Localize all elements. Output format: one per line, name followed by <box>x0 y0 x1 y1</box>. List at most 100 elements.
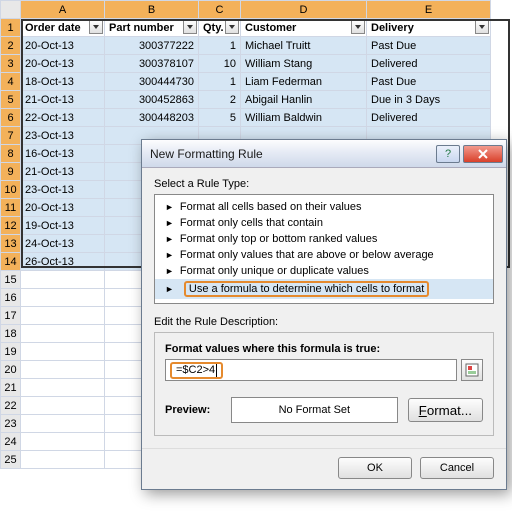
column-header-B[interactable]: B <box>105 1 199 19</box>
rule-type-item[interactable]: ►Format only values that are above or be… <box>155 247 493 263</box>
cell[interactable]: Due in 3 Days <box>367 91 491 109</box>
cell[interactable]: Michael Truitt <box>241 37 367 55</box>
filter-button[interactable] <box>351 20 365 34</box>
filter-button[interactable] <box>183 20 197 34</box>
cell[interactable]: 23-Oct-13 <box>21 127 105 145</box>
rule-type-item[interactable]: ►Format all cells based on their values <box>155 199 493 215</box>
row-header-21[interactable]: 21 <box>1 379 21 397</box>
cell[interactable]: Abigail Hanlin <box>241 91 367 109</box>
cell[interactable]: 21-Oct-13 <box>21 163 105 181</box>
rule-type-item[interactable]: ►Format only cells that contain <box>155 215 493 231</box>
cell[interactable]: Delivered <box>367 55 491 73</box>
cell[interactable]: 1 <box>199 73 241 91</box>
cell[interactable]: 21-Oct-13 <box>21 91 105 109</box>
row-header-17[interactable]: 17 <box>1 307 21 325</box>
cell[interactable]: 20-Oct-13 <box>21 55 105 73</box>
cell[interactable] <box>21 307 105 325</box>
select-all-corner[interactable] <box>1 1 21 19</box>
filter-button[interactable] <box>475 20 489 34</box>
filter-button[interactable] <box>225 20 239 34</box>
row-header-12[interactable]: 12 <box>1 217 21 235</box>
row-header-10[interactable]: 10 <box>1 181 21 199</box>
cell[interactable]: 24-Oct-13 <box>21 235 105 253</box>
row-header-2[interactable]: 2 <box>1 37 21 55</box>
ok-button[interactable]: OK <box>338 457 412 479</box>
row-header-1[interactable]: 1 <box>1 19 21 37</box>
rule-type-item[interactable]: ►Format only unique or duplicate values <box>155 263 493 279</box>
row-header-5[interactable]: 5 <box>1 91 21 109</box>
cell[interactable] <box>21 397 105 415</box>
cell[interactable]: 10 <box>199 55 241 73</box>
cell[interactable]: 20-Oct-13 <box>21 199 105 217</box>
row-header-15[interactable]: 15 <box>1 271 21 289</box>
cell[interactable] <box>21 415 105 433</box>
row-header-18[interactable]: 18 <box>1 325 21 343</box>
cell[interactable] <box>21 379 105 397</box>
cell[interactable]: 26-Oct-13 <box>21 253 105 271</box>
cell[interactable]: 16-Oct-13 <box>21 145 105 163</box>
cell[interactable]: 22-Oct-13 <box>21 109 105 127</box>
help-button[interactable]: ? <box>436 145 460 163</box>
cell[interactable]: Liam Federman <box>241 73 367 91</box>
row-header-24[interactable]: 24 <box>1 433 21 451</box>
format-button[interactable]: Format... <box>408 398 483 422</box>
cell[interactable] <box>21 451 105 469</box>
row-header-3[interactable]: 3 <box>1 55 21 73</box>
field-header[interactable]: Qty. <box>199 19 241 37</box>
row-header-6[interactable]: 6 <box>1 109 21 127</box>
field-header[interactable]: Order date <box>21 19 105 37</box>
cell[interactable]: 18-Oct-13 <box>21 73 105 91</box>
field-header[interactable]: Part number <box>105 19 199 37</box>
cell[interactable]: 300452863 <box>105 91 199 109</box>
cell[interactable]: 23-Oct-13 <box>21 181 105 199</box>
cell[interactable]: 20-Oct-13 <box>21 37 105 55</box>
column-header-D[interactable]: D <box>241 1 367 19</box>
row-header-7[interactable]: 7 <box>1 127 21 145</box>
cancel-button[interactable]: Cancel <box>420 457 494 479</box>
cell[interactable]: 300448203 <box>105 109 199 127</box>
row-header-13[interactable]: 13 <box>1 235 21 253</box>
field-header[interactable]: Delivery <box>367 19 491 37</box>
rule-type-item[interactable]: ►Format only top or bottom ranked values <box>155 231 493 247</box>
column-header-E[interactable]: E <box>367 1 491 19</box>
row-header-25[interactable]: 25 <box>1 451 21 469</box>
filter-button[interactable] <box>89 20 103 34</box>
collapse-dialog-button[interactable] <box>461 359 483 381</box>
cell[interactable] <box>21 289 105 307</box>
rule-type-list[interactable]: ►Format all cells based on their values►… <box>154 194 494 304</box>
cell[interactable]: 300378107 <box>105 55 199 73</box>
row-header-8[interactable]: 8 <box>1 145 21 163</box>
cell[interactable]: 1 <box>199 37 241 55</box>
cell[interactable]: Past Due <box>367 73 491 91</box>
cell[interactable] <box>21 325 105 343</box>
dialog-titlebar[interactable]: New Formatting Rule ? <box>142 140 506 168</box>
cell[interactable]: 300377222 <box>105 37 199 55</box>
cell[interactable] <box>21 361 105 379</box>
cell[interactable]: William Baldwin <box>241 109 367 127</box>
cell[interactable]: Delivered <box>367 109 491 127</box>
rule-type-item[interactable]: ►Use a formula to determine which cells … <box>155 279 493 299</box>
row-header-14[interactable]: 14 <box>1 253 21 271</box>
column-header-C[interactable]: C <box>199 1 241 19</box>
formula-input[interactable]: =$C2>4 <box>165 359 457 381</box>
row-header-4[interactable]: 4 <box>1 73 21 91</box>
field-header[interactable]: Customer <box>241 19 367 37</box>
cell[interactable]: 19-Oct-13 <box>21 217 105 235</box>
cell[interactable] <box>21 343 105 361</box>
row-header-23[interactable]: 23 <box>1 415 21 433</box>
column-header-A[interactable]: A <box>21 1 105 19</box>
row-header-16[interactable]: 16 <box>1 289 21 307</box>
cell[interactable]: 5 <box>199 109 241 127</box>
cell[interactable]: 2 <box>199 91 241 109</box>
cell[interactable] <box>21 433 105 451</box>
row-header-22[interactable]: 22 <box>1 397 21 415</box>
close-button[interactable] <box>463 145 503 163</box>
row-header-19[interactable]: 19 <box>1 343 21 361</box>
row-header-9[interactable]: 9 <box>1 163 21 181</box>
cell[interactable]: 300444730 <box>105 73 199 91</box>
row-header-20[interactable]: 20 <box>1 361 21 379</box>
cell[interactable]: William Stang <box>241 55 367 73</box>
cell[interactable] <box>21 271 105 289</box>
row-header-11[interactable]: 11 <box>1 199 21 217</box>
cell[interactable]: Past Due <box>367 37 491 55</box>
